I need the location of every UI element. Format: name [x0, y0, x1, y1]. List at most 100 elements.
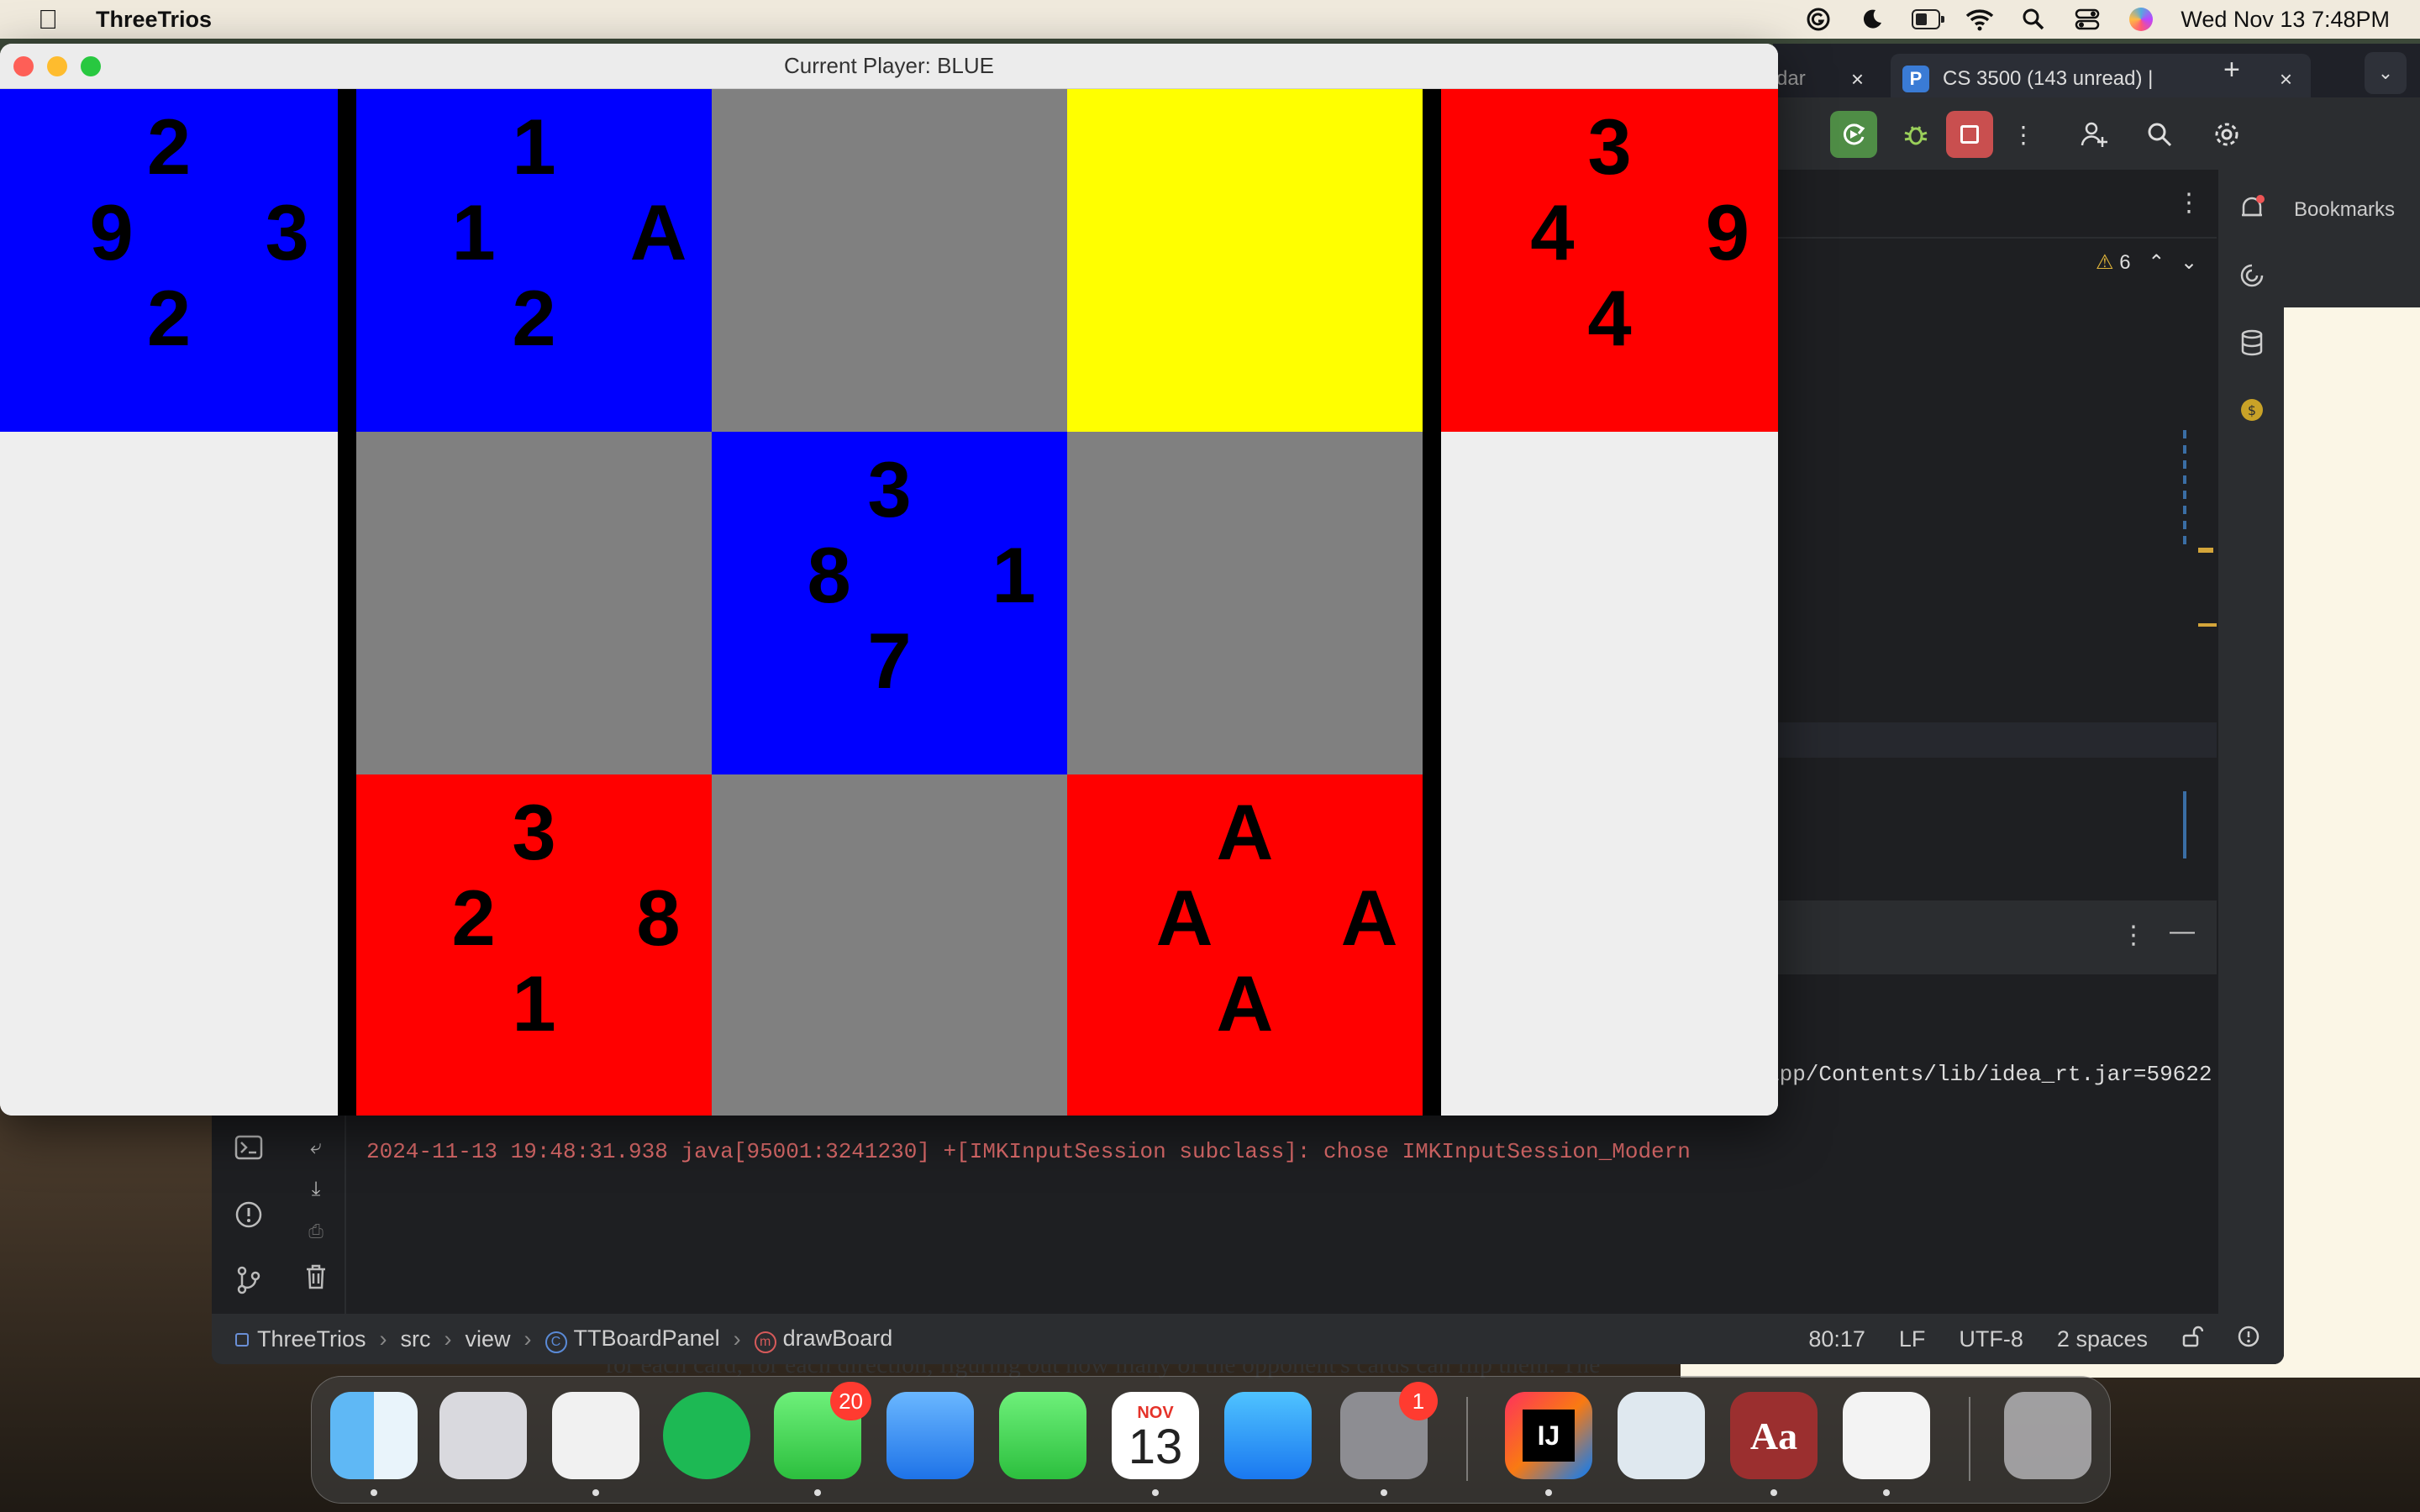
card-value-east: A	[1340, 874, 1398, 963]
menu-clock[interactable]: Wed Nov 13 7:48PM	[2181, 7, 2390, 33]
running-indicator	[592, 1489, 599, 1496]
zoom-window-button[interactable]	[81, 56, 101, 76]
breadcrumb: ThreeTrios › src › view › C TTBoardPanel …	[235, 1326, 892, 1353]
plugin-coin-icon[interactable]: $	[2233, 391, 2270, 428]
git-branch-icon[interactable]	[229, 1260, 269, 1300]
active-app-name[interactable]: ThreeTrios	[96, 7, 212, 33]
breadcrumb-item[interactable]: C TTBoardPanel	[544, 1326, 720, 1353]
tab-close-icon[interactable]: ×	[1851, 66, 1864, 92]
tab-list-chevron-icon[interactable]: ⌄	[2365, 52, 2407, 94]
scroll-to-end-icon[interactable]: ⤓	[296, 1169, 336, 1210]
board-card-r1c1[interactable]: 38 17	[712, 432, 1067, 774]
chrome-icon[interactable]	[552, 1392, 639, 1479]
board-card-r2c0[interactable]: 32 81	[356, 774, 712, 1116]
ai-assistant-icon[interactable]	[2233, 257, 2270, 294]
card-value-south: 7	[867, 617, 912, 706]
file-encoding[interactable]: UTF-8	[1959, 1326, 2023, 1352]
facetime-icon[interactable]	[999, 1392, 1086, 1479]
caret-position[interactable]: 80:17	[1808, 1326, 1865, 1352]
board-empty-cell-highlighted[interactable]	[1067, 89, 1423, 432]
trash-icon[interactable]	[2004, 1392, 2091, 1479]
calendar-icon[interactable]: NOV 13	[1112, 1392, 1199, 1479]
apple-logo-icon[interactable]: 	[34, 4, 62, 35]
running-indicator	[1883, 1489, 1890, 1496]
debug-bug-icon[interactable]	[1892, 111, 1939, 158]
inspection-warnings[interactable]: ⚠ 6 ⌃ ⌄	[2096, 250, 2197, 275]
chevron-right-icon: ›	[444, 1326, 452, 1352]
dock-separator	[1969, 1397, 1970, 1481]
rerun-icon[interactable]	[1830, 111, 1877, 158]
soft-wrap-icon[interactable]: ⤶	[296, 1127, 336, 1168]
database-icon[interactable]	[2233, 324, 2270, 361]
method-icon: m	[754, 1331, 776, 1353]
preview-icon[interactable]	[1618, 1392, 1705, 1479]
control-center-icon[interactable]	[2073, 7, 2102, 32]
spotlight-search-icon[interactable]	[2019, 7, 2048, 32]
minimize-panel-icon[interactable]: —	[2170, 917, 2195, 946]
app-store-icon[interactable]	[1224, 1392, 1312, 1479]
spotify-icon[interactable]	[663, 1392, 750, 1479]
more-vertical-icon[interactable]: ⋮	[2000, 111, 2047, 158]
game-board-panel[interactable]: 2932349411A238173281AAAA	[0, 89, 1778, 1116]
notifications-bell-icon[interactable]	[2233, 190, 2270, 227]
breadcrumb-item[interactable]: m drawBoard	[754, 1326, 892, 1353]
window-titlebar[interactable]: Current Player: BLUE	[0, 44, 1778, 89]
battery-icon[interactable]	[1912, 7, 1945, 32]
launchpad-icon[interactable]	[439, 1392, 527, 1479]
status-menu-area: Wed Nov 13 7:48PM	[1804, 0, 2390, 39]
problems-icon[interactable]	[229, 1194, 269, 1235]
chevron-down-icon[interactable]: ⌄	[2181, 251, 2197, 274]
siri-icon[interactable]	[2127, 7, 2155, 32]
trash-icon[interactable]	[296, 1257, 336, 1297]
mail-icon[interactable]	[886, 1392, 974, 1479]
focus-moon-icon[interactable]	[1858, 7, 1886, 32]
line-ending[interactable]: LF	[1899, 1326, 1926, 1352]
dock-badge: 20	[830, 1382, 871, 1420]
stop-icon[interactable]	[1946, 111, 1993, 158]
editor-more-icon[interactable]: ⋮	[2176, 188, 2202, 218]
search-icon[interactable]	[2136, 111, 2183, 158]
card-value-west: 2	[451, 874, 496, 963]
breadcrumb-item[interactable]: view	[466, 1326, 511, 1352]
breadcrumb-item[interactable]: src	[401, 1326, 431, 1352]
run-command-line: app/Contents/lib/idea_rt.jar=59622	[1766, 1062, 2212, 1087]
board-card-r0c0[interactable]: 11A2	[356, 89, 712, 432]
running-indicator	[1152, 1489, 1159, 1496]
scroll-marker	[2198, 548, 2213, 553]
gear-icon[interactable]	[2203, 111, 2250, 158]
running-indicator	[1381, 1489, 1387, 1496]
settings-icon[interactable]: 1	[1340, 1382, 1438, 1479]
dictionary-icon[interactable]: Aa	[1730, 1392, 1818, 1479]
intellij-icon[interactable]: IJ	[1505, 1392, 1592, 1479]
browser-tab-piazza[interactable]: P CS 3500 (143 unread) | ×	[1891, 54, 2311, 104]
finder-icon[interactable]	[330, 1392, 418, 1479]
chevron-up-icon[interactable]: ⌃	[2148, 251, 2165, 274]
add-user-icon[interactable]	[2070, 111, 2118, 158]
breadcrumb-item[interactable]: ThreeTrios	[235, 1326, 366, 1352]
new-tab-icon[interactable]: +	[2223, 54, 2240, 87]
notifications-icon[interactable]	[2237, 1325, 2260, 1354]
card-value-west: A	[1155, 874, 1213, 963]
wifi-icon[interactable]	[1965, 7, 1994, 32]
grammarly-icon[interactable]	[1804, 7, 1833, 32]
card-value-south: 4	[1587, 274, 1632, 363]
tab-close-icon[interactable]: ×	[2280, 66, 2292, 92]
indent-setting[interactable]: 2 spaces	[2057, 1326, 2148, 1352]
hand-card-red[interactable]: 3494	[1441, 89, 1778, 432]
board-card-r2c2[interactable]: AAAA	[1067, 774, 1423, 1116]
browser-tab-calendar[interactable]: dar ×	[1773, 54, 1882, 104]
run-more-icon[interactable]: ⋮	[2121, 921, 2146, 950]
hand-card-blue[interactable]: 29 32	[0, 89, 338, 432]
unlock-icon[interactable]	[2181, 1326, 2204, 1353]
print-icon[interactable]: ⎙	[296, 1211, 336, 1252]
terminal-icon[interactable]	[229, 1127, 269, 1168]
svg-text:$: $	[2248, 402, 2256, 418]
dock: 20 NOV 13 1 IJ Aa	[311, 1376, 2111, 1504]
messages-icon[interactable]: 20	[774, 1382, 871, 1479]
java-icon[interactable]	[1843, 1392, 1930, 1479]
card-value-east: A	[629, 188, 687, 277]
window-title: Current Player: BLUE	[784, 53, 994, 78]
minimize-window-button[interactable]	[47, 56, 67, 76]
bookmarks-label[interactable]: Bookmarks	[2294, 198, 2395, 222]
close-window-button[interactable]	[13, 56, 34, 76]
